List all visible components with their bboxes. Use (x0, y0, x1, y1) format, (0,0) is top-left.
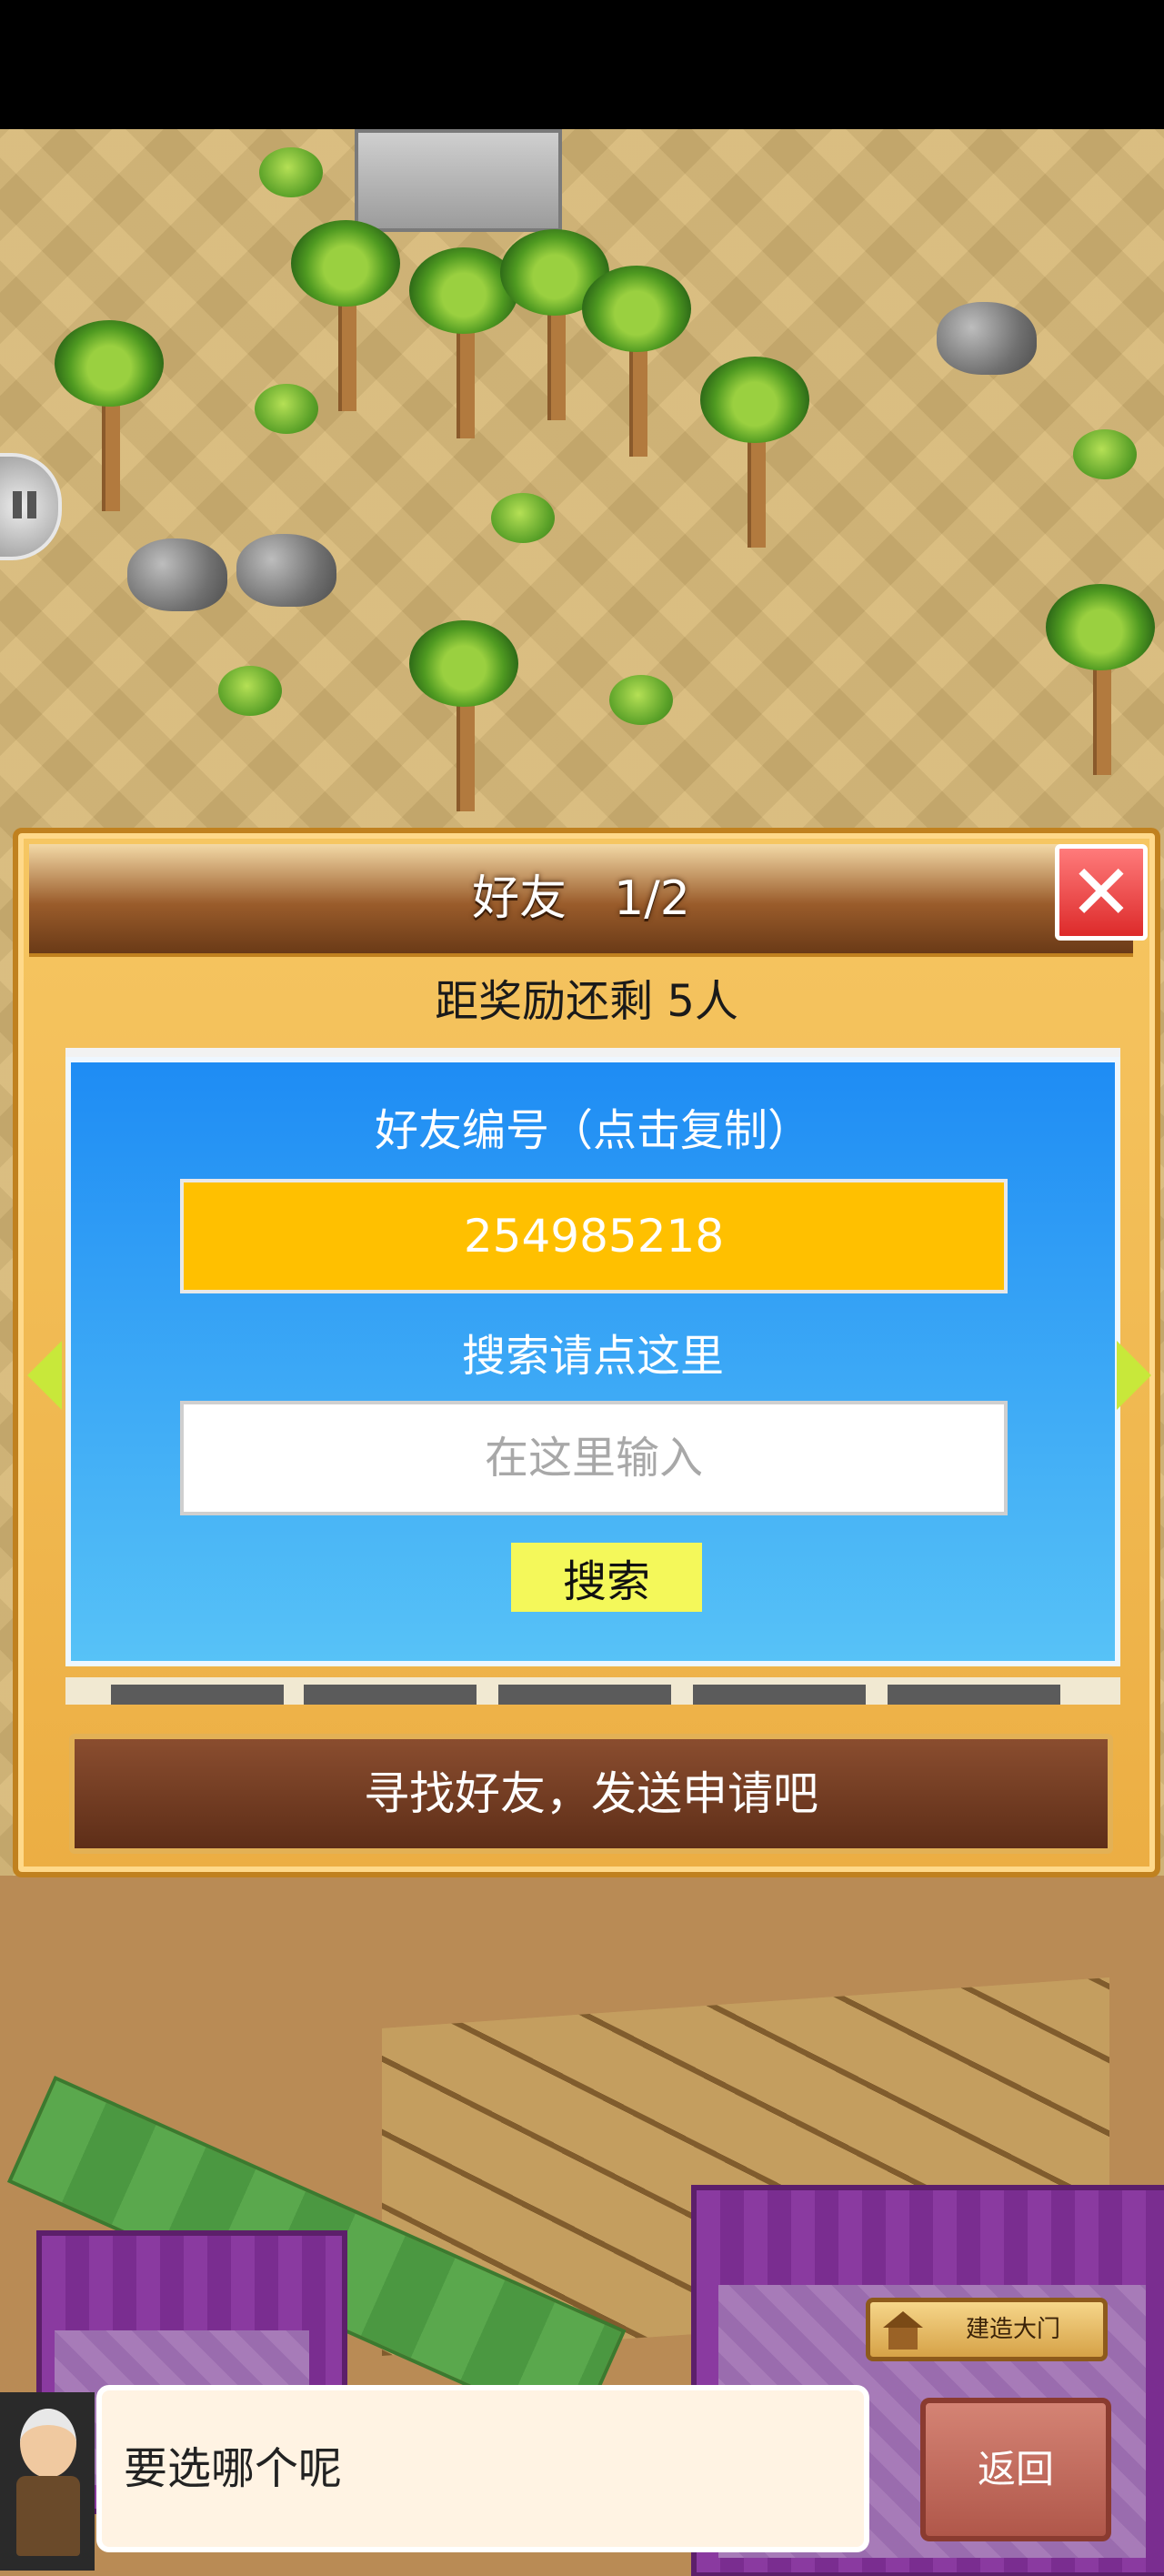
house-icon (883, 2311, 923, 2350)
next-page-arrow-icon[interactable] (1117, 1341, 1151, 1410)
search-input[interactable] (180, 1401, 1008, 1515)
find-friends-button[interactable]: 寻找好友，发送申请吧 (69, 1734, 1113, 1854)
bush (1073, 429, 1137, 479)
palm-tree (1046, 584, 1155, 775)
page-indicator-segment (111, 1685, 284, 1705)
rock (127, 538, 227, 611)
build-gate-button[interactable]: 建造大门 (866, 2298, 1108, 2361)
reward-progress-text: 距奖励还剩 5人 (435, 976, 738, 1027)
close-button[interactable]: ✕ (1055, 844, 1148, 941)
dialog-title: 好友 1/2 (472, 871, 690, 926)
find-friends-label: 寻找好友，发送申请吧 (364, 1767, 818, 1820)
panel-top-border (65, 1048, 1120, 1057)
friend-search-panel: 好友编号（点击复制） 254985218 搜索请点这里 搜索 (65, 1057, 1120, 1666)
status-bar (0, 0, 1164, 129)
dialog-header: 好友 1/2 (29, 844, 1133, 957)
friend-id-label: 好友编号（点击复制） (374, 1105, 811, 1156)
palm-tree (291, 220, 400, 411)
friend-id-copy-box[interactable]: 254985218 (180, 1179, 1008, 1293)
pause-button[interactable] (0, 453, 62, 560)
search-button[interactable]: 搜索 (511, 1543, 702, 1612)
palm-tree (582, 266, 691, 457)
bush (255, 384, 318, 434)
stone-building[interactable] (355, 129, 562, 232)
build-gate-label: 建造大门 (965, 2316, 1060, 2343)
palm-tree (409, 620, 518, 811)
prev-page-arrow-icon[interactable] (27, 1341, 62, 1410)
bush (218, 666, 282, 716)
bush (259, 147, 323, 197)
bush (609, 675, 673, 725)
dialogue-text: 要选哪个呢 (124, 2443, 343, 2494)
page-indicator-segment (304, 1685, 477, 1705)
character-avatar (0, 2392, 95, 2571)
friend-id-value: 254985218 (463, 1210, 725, 1263)
friends-dialog: 好友 1/2 ✕ 距奖励还剩 5人 好友编号（点击复制） 254985218 搜… (13, 828, 1160, 1877)
bush (491, 493, 555, 543)
return-label: 返回 (977, 2447, 1054, 2491)
rock (236, 534, 336, 607)
page-indicator (65, 1677, 1120, 1705)
page-indicator-segment (498, 1685, 671, 1705)
palm-tree (55, 320, 164, 511)
rock (937, 302, 1037, 375)
palm-tree (700, 357, 809, 548)
search-label: 搜索请点这里 (461, 1331, 724, 1382)
page-indicator-segment (888, 1685, 1060, 1705)
close-x-icon: ✕ (1069, 848, 1134, 937)
return-button[interactable]: 返回 (920, 2398, 1111, 2541)
page-indicator-segment (693, 1685, 866, 1705)
dialogue-box: 要选哪个呢 (96, 2385, 869, 2552)
